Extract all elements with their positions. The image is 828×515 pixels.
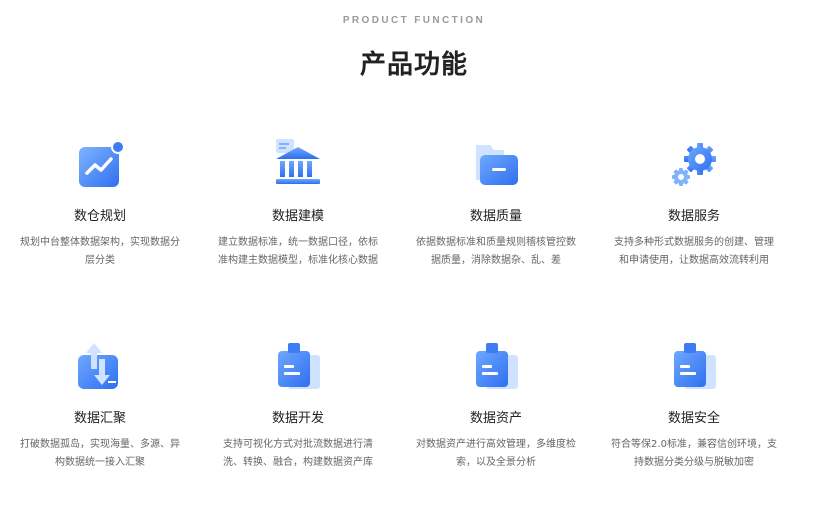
feature-card-data-development: 数据开发 支持可视化方式对批流数据进行清洗、转换、融合，构建数据资产库 <box>213 337 383 472</box>
feature-grid: 数仓规划 规划中台整体数据架构，实现数据分层分类 数据建模 建立数据标准，统一数… <box>0 0 828 515</box>
clipboard-icon <box>476 343 518 389</box>
feature-desc: 符合等保2.0标准，兼容信创环境，支持数据分类分级与脱敏加密 <box>611 439 777 468</box>
feature-card-data-service: 数据服务 支持多种形式数据服务的创建、管理和申请使用，让数据高效流转利用 <box>609 135 779 270</box>
feature-name: 数据资产 <box>469 411 522 426</box>
feature-desc: 依据数据标准和质量规则稽核管控数据质量，消除数据杂、乱、差 <box>416 237 576 266</box>
feature-desc: 支持可视化方式对批流数据进行清洗、转换、融合，构建数据资产库 <box>223 439 373 468</box>
feature-desc: 打破数据孤岛，实现海量、多源、异构数据统一接入汇聚 <box>20 439 180 468</box>
feature-card-warehouse-planning: 数仓规划 规划中台整体数据架构，实现数据分层分类 <box>15 135 185 270</box>
folder-icon <box>476 145 518 185</box>
feature-name: 数据质量 <box>469 209 522 224</box>
feature-desc: 支持多种形式数据服务的创建、管理和申请使用，让数据高效流转利用 <box>614 237 774 266</box>
feature-card-data-aggregation: 数据汇聚 打破数据孤岛，实现海量、多源、异构数据统一接入汇聚 <box>15 337 185 472</box>
feature-desc: 建立数据标准，统一数据口径，依标准构建主数据模型，标准化核心数据 <box>218 237 378 266</box>
feature-card-data-assets: 数据资产 对数据资产进行高效管理，多维度检索，以及全景分析 <box>411 337 581 472</box>
clipboard-icon <box>674 343 716 389</box>
feature-name: 数据服务 <box>667 209 720 224</box>
clipboard-icon <box>278 343 320 389</box>
bank-building-icon <box>276 139 320 184</box>
feature-desc: 对数据资产进行高效管理，多维度检索，以及全景分析 <box>416 439 576 468</box>
feature-card-data-security: 数据安全 符合等保2.0标准，兼容信创环境，支持数据分类分级与脱敏加密 <box>609 337 779 472</box>
up-down-arrows-icon <box>78 343 118 389</box>
feature-name: 数仓规划 <box>73 209 126 224</box>
feature-name: 数据安全 <box>667 411 720 426</box>
feature-name: 数据开发 <box>271 411 324 426</box>
feature-name: 数据汇聚 <box>73 411 126 426</box>
trend-chart-icon <box>79 140 125 187</box>
feature-card-data-quality: 数据质量 依据数据标准和质量规则稽核管控数据质量，消除数据杂、乱、差 <box>411 135 581 270</box>
feature-desc: 规划中台整体数据架构，实现数据分层分类 <box>20 237 180 266</box>
feature-name: 数据建模 <box>271 209 324 224</box>
gears-icon <box>672 143 716 186</box>
feature-card-data-modeling: 数据建模 建立数据标准，统一数据口径，依标准构建主数据模型，标准化核心数据 <box>213 135 383 270</box>
